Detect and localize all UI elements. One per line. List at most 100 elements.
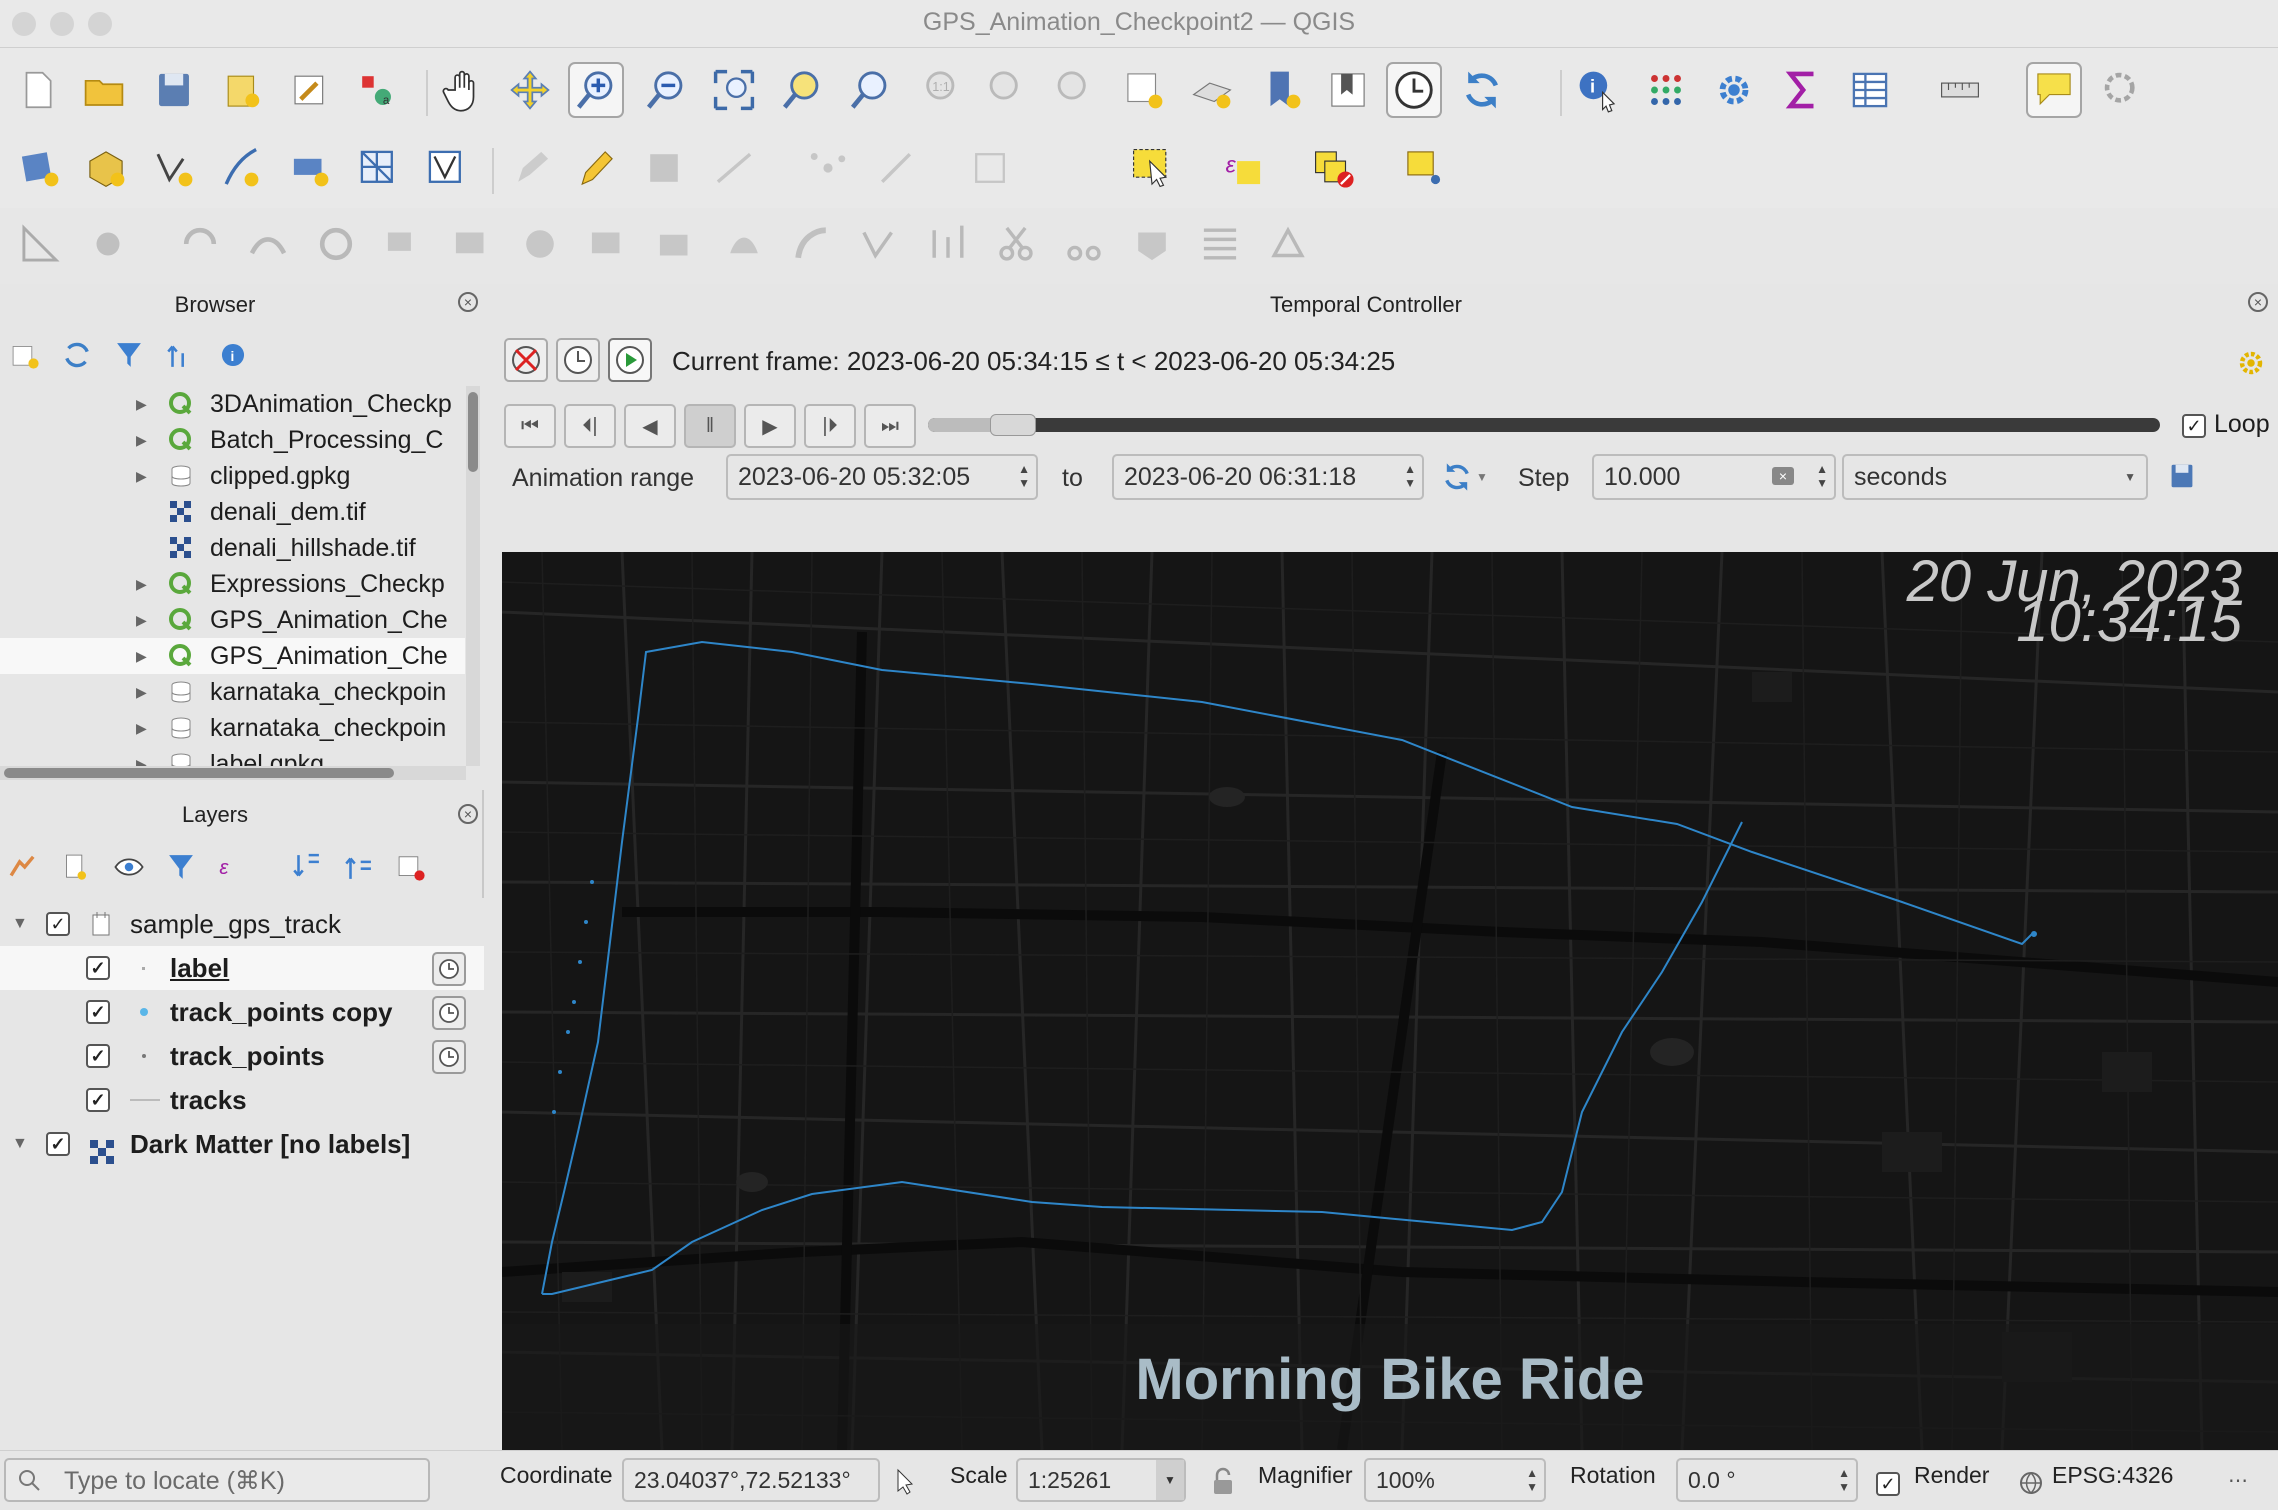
reverse-line-icon[interactable] xyxy=(852,216,908,272)
layer-visibility-checkbox[interactable]: ✓ xyxy=(86,1088,110,1112)
style-manager-icon[interactable]: a xyxy=(348,62,404,118)
browser-item[interactable]: ▶ GPS_Animation_Che xyxy=(0,638,465,674)
deselect-all-icon[interactable] xyxy=(1306,140,1362,196)
expand-triangle-icon[interactable]: ▶ xyxy=(136,386,147,422)
rotate-point-symbols-icon[interactable] xyxy=(1260,216,1316,272)
zoom-in-icon[interactable] xyxy=(568,62,624,118)
new-geopackage-icon[interactable] xyxy=(78,140,134,196)
timeline-slider-handle[interactable] xyxy=(990,414,1036,436)
zoom-out-icon[interactable] xyxy=(638,62,694,118)
expand-triangle-icon[interactable]: ▶ xyxy=(136,566,147,602)
layer-visibility-checkbox[interactable]: ✓ xyxy=(86,1000,110,1024)
expand-triangle-icon[interactable]: ▶ xyxy=(136,710,147,746)
spinner-arrows-icon[interactable]: ▲ ▼ xyxy=(1018,462,1030,490)
layer-row-tracks[interactable]: ✓ tracks xyxy=(0,1078,484,1122)
range-dropdown-arrow-icon[interactable]: ▼ xyxy=(1476,470,1488,484)
remove-layer-icon[interactable] xyxy=(394,850,428,884)
browser-item[interactable]: ▶ 3DAnimation_Checkp xyxy=(0,386,465,422)
rotate-feature-icon[interactable] xyxy=(172,216,228,272)
expand-triangle-icon[interactable]: ▶ xyxy=(136,602,147,638)
range-end-input[interactable]: 2023-06-20 06:31:18 ▲ ▼ xyxy=(1112,454,1424,500)
browser-item[interactable]: ▶ karnataka_checkpoin xyxy=(0,674,465,710)
rotation-input[interactable]: 0.0 ° ▲ ▼ xyxy=(1676,1458,1858,1502)
temporal-clock-icon[interactable] xyxy=(432,996,466,1030)
data-source-manager-icon[interactable] xyxy=(12,140,68,196)
browser-item[interactable]: denali_dem.tif xyxy=(0,494,465,530)
zoom-next-icon[interactable] xyxy=(1046,62,1102,118)
collapse-all-layers-icon[interactable] xyxy=(342,850,376,884)
browser-horizontal-scrollbar[interactable] xyxy=(0,766,466,780)
zoom-full-icon[interactable] xyxy=(706,62,762,118)
clear-field-icon[interactable]: × xyxy=(1772,467,1794,485)
temporal-settings-gear-icon[interactable] xyxy=(2236,348,2266,378)
export-animation-icon[interactable] xyxy=(2166,460,2198,492)
expand-triangle-icon[interactable]: ▶ xyxy=(136,458,147,494)
toggle-editing-icon[interactable] xyxy=(568,140,624,196)
select-features-icon[interactable] xyxy=(1124,140,1180,196)
coordinate-input[interactable]: 23.04037°,72.52133° xyxy=(622,1458,880,1502)
settings-gear-icon[interactable] xyxy=(1706,62,1762,118)
open-project-icon[interactable] xyxy=(76,62,132,118)
show-bookmarks-icon[interactable] xyxy=(1320,62,1376,118)
layer-row-label[interactable]: ✓ label xyxy=(0,946,484,990)
pan-hand-icon[interactable] xyxy=(434,62,490,118)
attribute-table-icon[interactable] xyxy=(1638,62,1694,118)
previous-frame-button[interactable]: ⏴| xyxy=(564,404,616,448)
fill-ring-icon[interactable] xyxy=(444,216,500,272)
step-input[interactable]: 10.000 × ▲ ▼ xyxy=(1592,454,1836,500)
map-canvas[interactable]: 20 Jun, 2023 10:34:15 Morning Bike Ride xyxy=(502,552,2278,1450)
delete-ring-icon[interactable] xyxy=(512,216,568,272)
browser-filter-icon[interactable] xyxy=(112,338,146,372)
processing-toolbox-icon[interactable] xyxy=(2094,62,2150,118)
refresh-icon[interactable] xyxy=(1454,62,1510,118)
trim-extend-icon[interactable] xyxy=(920,216,976,272)
temporal-close-icon[interactable]: × xyxy=(2248,292,2268,312)
expand-triangle-icon[interactable]: ▶ xyxy=(136,422,147,458)
render-checkbox[interactable]: ✓ xyxy=(1876,1472,1900,1496)
new-mesh-layer-icon[interactable] xyxy=(350,140,406,196)
new-map-view-icon[interactable] xyxy=(1116,62,1172,118)
new-shapefile-icon[interactable] xyxy=(146,140,202,196)
next-frame-button[interactable]: |⏵ xyxy=(804,404,856,448)
new-project-icon[interactable] xyxy=(10,62,66,118)
map-tips-icon[interactable] xyxy=(2026,62,2082,118)
move-feature-disabled-icon[interactable] xyxy=(80,216,136,272)
browser-vertical-scrollbar[interactable] xyxy=(466,386,480,766)
zoom-to-layer-icon[interactable] xyxy=(842,62,898,118)
save-edits-icon[interactable] xyxy=(636,140,692,196)
loop-checkbox[interactable]: ✓ xyxy=(2182,414,2206,438)
select-by-location-icon[interactable] xyxy=(1396,140,1452,196)
skip-to-end-button[interactable]: ⏭ xyxy=(864,404,916,448)
layer-row-track-points-copy[interactable]: ✓ track_points copy xyxy=(0,990,484,1034)
range-start-input[interactable]: 2023-06-20 05:32:05 ▲ ▼ xyxy=(726,454,1038,500)
browser-refresh-icon[interactable] xyxy=(60,338,94,372)
temporal-clock-icon[interactable] xyxy=(432,952,466,986)
rewind-to-start-button[interactable]: ⏮ xyxy=(504,404,556,448)
move-feature-icon[interactable] xyxy=(868,140,924,196)
browser-item[interactable]: ▶ clipped.gpkg xyxy=(0,458,465,494)
delete-part-2-icon[interactable] xyxy=(648,216,704,272)
browser-item[interactable]: denali_hillshade.tif xyxy=(0,530,465,566)
browser-item[interactable]: ▶ GPS_Animation_Che xyxy=(0,602,465,638)
advanced-digitizing-icon[interactable] xyxy=(12,216,68,272)
save-project-icon[interactable] xyxy=(146,62,202,118)
play-backward-button[interactable]: ◀ xyxy=(624,404,676,448)
expand-all-icon[interactable] xyxy=(290,850,324,884)
crs-label[interactable]: EPSG:4326 xyxy=(2052,1462,2173,1489)
vertex-tool-icon[interactable] xyxy=(800,140,856,196)
layer-styling-icon[interactable] xyxy=(6,850,40,884)
layer-visibility-checkbox[interactable]: ✓ xyxy=(86,956,110,980)
fixed-range-mode-icon[interactable] xyxy=(504,338,548,382)
layer-visibility-checkbox[interactable]: ✓ xyxy=(46,912,70,936)
layer-group-sample-gps-track[interactable]: ▼ ✓ sample_gps_track xyxy=(0,902,484,946)
expand-triangle-icon[interactable]: ▶ xyxy=(136,638,147,674)
animated-mode-icon[interactable] xyxy=(608,338,652,382)
layer-visibility-checkbox[interactable]: ✓ xyxy=(86,1044,110,1068)
filter-legend-icon[interactable] xyxy=(164,850,198,884)
split-features-icon[interactable] xyxy=(988,216,1044,272)
messages-icon[interactable]: ⋯ xyxy=(2220,1468,2256,1496)
browser-item[interactable]: ▶ Expressions_Checkp xyxy=(0,566,465,602)
statistics-sigma-icon[interactable] xyxy=(1774,62,1830,118)
spinner-arrows-icon[interactable]: ▲ ▼ xyxy=(1838,1466,1850,1494)
pause-button[interactable]: ‖ xyxy=(684,404,736,448)
